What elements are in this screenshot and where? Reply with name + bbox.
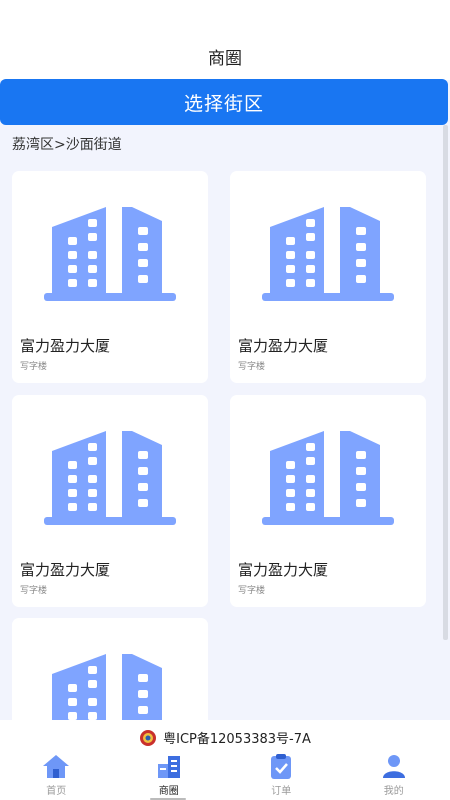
tab-mine[interactable]: 我的	[338, 752, 450, 800]
icp-text: 粤ICP备12053383号-7A	[163, 732, 311, 747]
building-name: 富力盈力大厦	[238, 561, 329, 579]
buildings-icon	[157, 756, 180, 778]
police-badge-icon	[140, 729, 157, 746]
icp-record[interactable]: 粤ICP备12053383号-7A	[0, 728, 450, 747]
tab-label: 首页	[46, 786, 67, 797]
tab-shangquan[interactable]: 商圈	[113, 752, 226, 800]
breadcrumb[interactable]: 荔湾区>沙面街道	[12, 134, 122, 154]
building-name: 富力盈力大厦	[20, 561, 111, 579]
scrollbar[interactable]	[443, 125, 448, 640]
building-card[interactable]: 富力盈力大厦 写字楼	[230, 171, 426, 383]
building-icon	[262, 431, 394, 525]
building-card[interactable]	[12, 618, 208, 728]
building-type: 写字楼	[238, 362, 266, 372]
user-icon	[382, 755, 405, 778]
tab-label: 订单	[271, 786, 292, 797]
building-icon	[262, 207, 394, 301]
building-type: 写字楼	[238, 586, 266, 596]
tab-bar: 首页 商圈 订单 我的	[0, 752, 450, 800]
clipboard-check-icon	[271, 754, 292, 779]
building-card[interactable]: 富力盈力大厦 写字楼	[12, 171, 208, 383]
building-name: 富力盈力大厦	[238, 337, 329, 355]
building-name: 富力盈力大厦	[20, 337, 111, 355]
page-title: 商圈	[208, 49, 242, 69]
building-card[interactable]: 富力盈力大厦 写字楼	[230, 395, 426, 607]
building-type: 写字楼	[20, 362, 48, 372]
bottom-bar: 粤ICP备12053383号-7A 首页 商圈 订单 我的	[0, 720, 450, 800]
select-district-button[interactable]: 选择街区	[0, 79, 448, 125]
building-icon	[44, 207, 176, 301]
building-icon	[44, 654, 176, 728]
tab-orders[interactable]: 订单	[225, 752, 338, 800]
building-card[interactable]: 富力盈力大厦 写字楼	[12, 395, 208, 607]
top-header: 商圈	[0, 0, 450, 80]
tab-label: 我的	[383, 786, 404, 797]
tab-home[interactable]: 首页	[0, 752, 113, 800]
tab-label: 商圈	[158, 786, 179, 797]
home-icon	[43, 755, 70, 778]
building-type: 写字楼	[20, 586, 48, 596]
building-icon	[44, 431, 176, 525]
